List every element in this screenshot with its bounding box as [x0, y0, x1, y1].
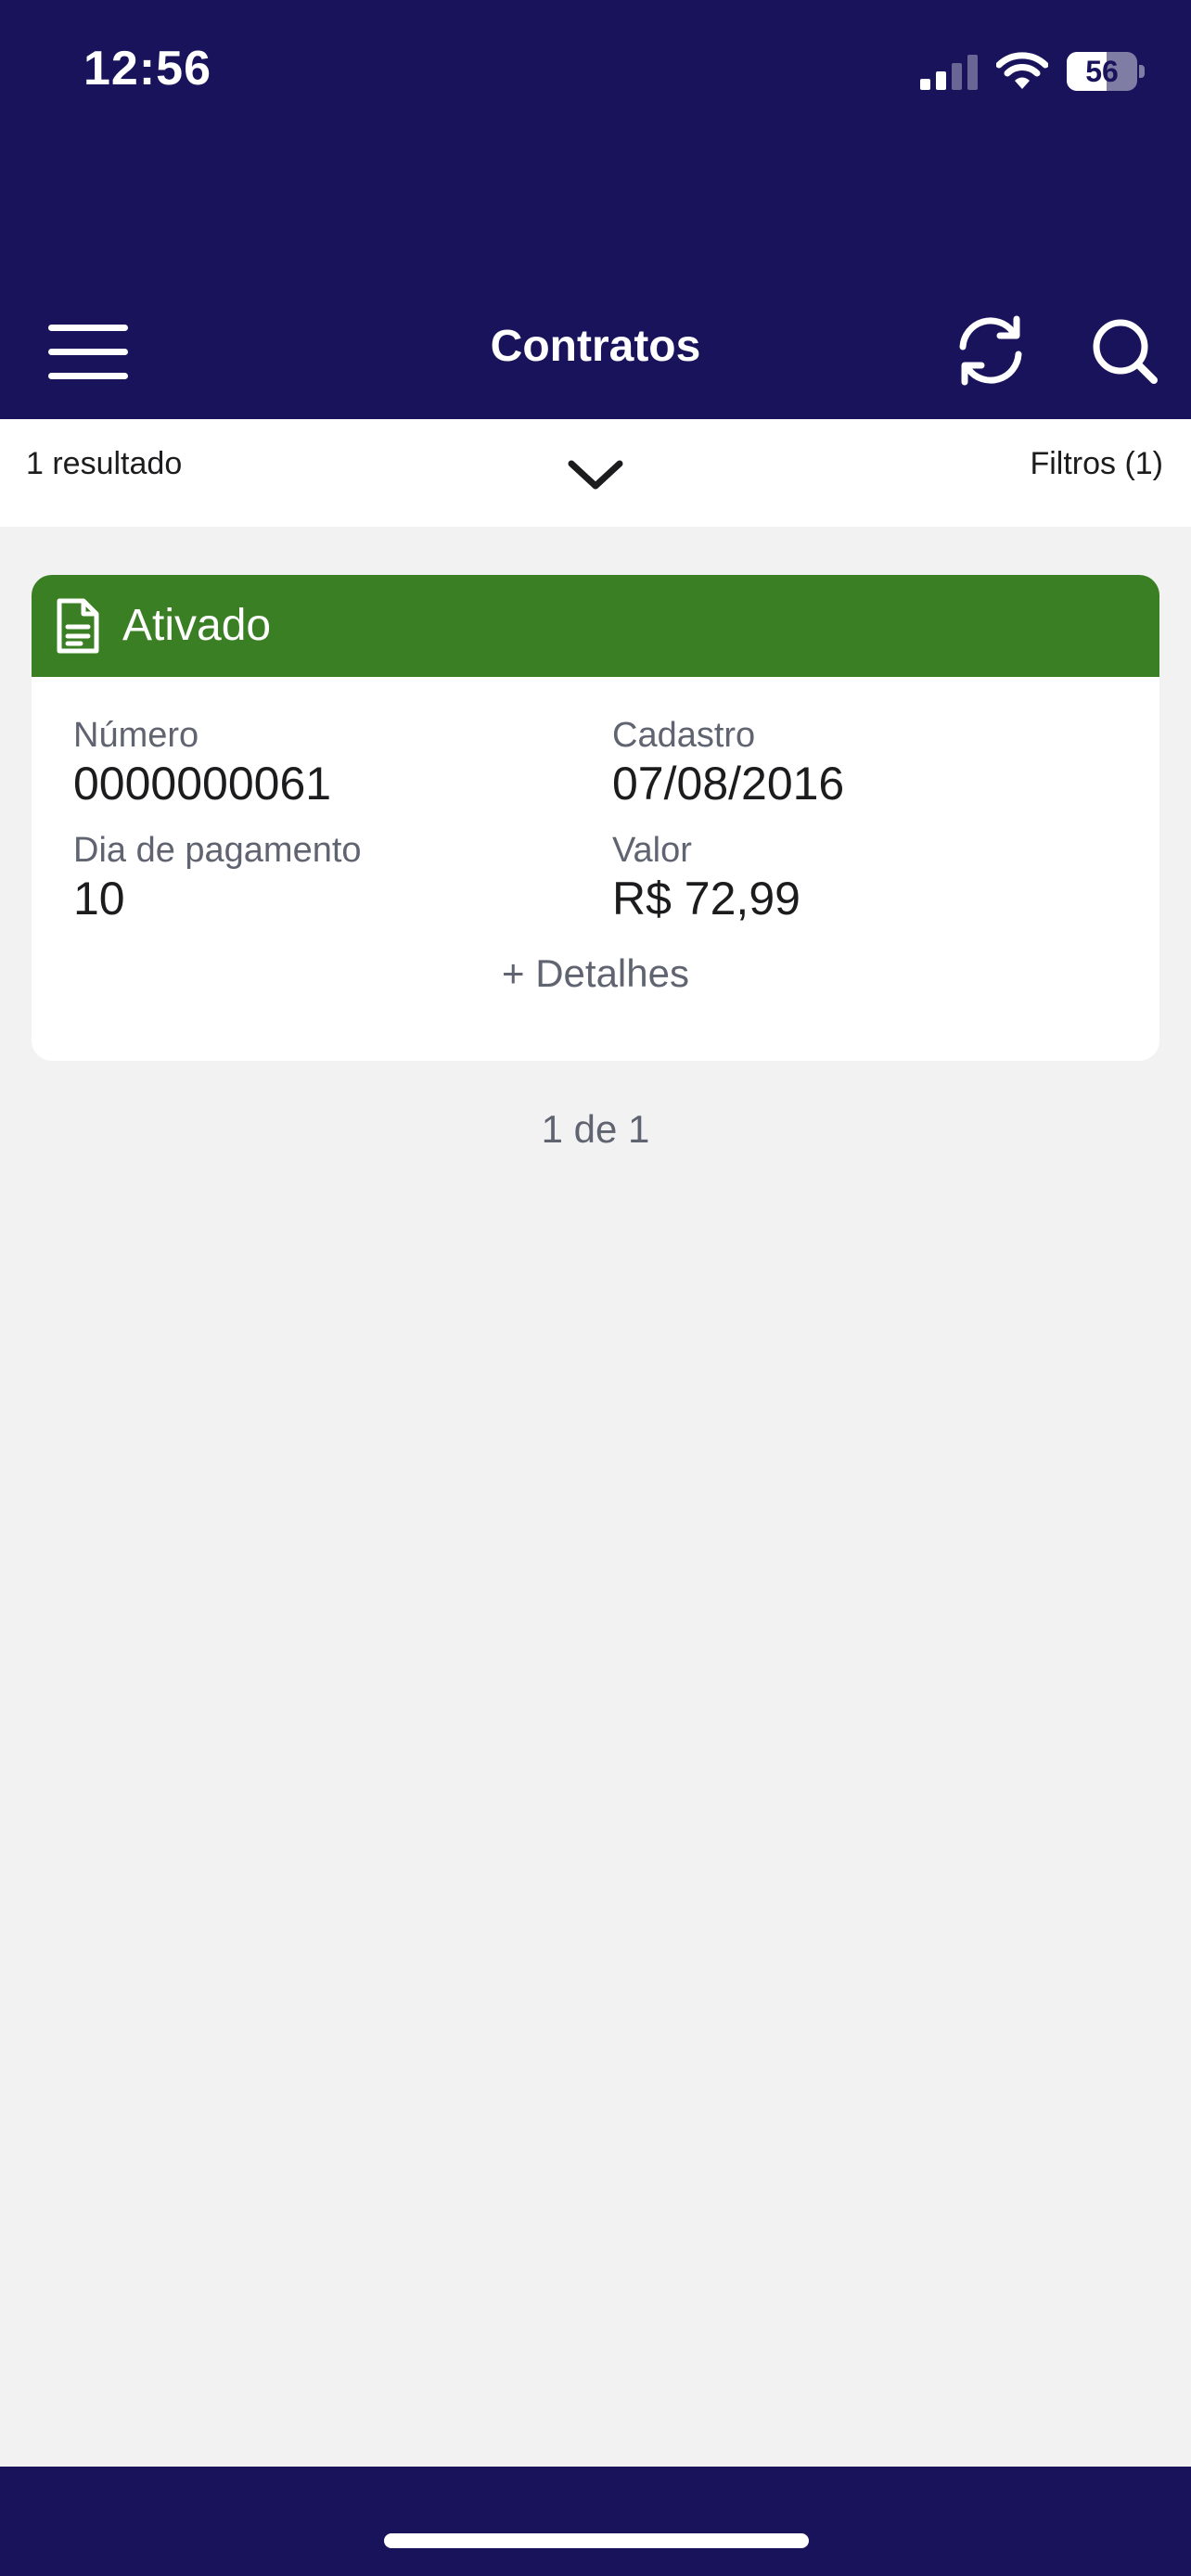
field-payment-day: Dia de pagamento 10: [73, 829, 574, 925]
pagination: 1 de 1: [541, 1107, 650, 1151]
value-amount: R$ 72,99: [612, 873, 800, 925]
battery-nub: [1139, 65, 1145, 78]
contract-status-header: Ativado: [32, 575, 1159, 677]
search-button[interactable]: [1087, 312, 1165, 389]
search-icon: [1093, 319, 1158, 384]
registration-value: 07/08/2016: [612, 758, 845, 810]
top-bar: 12:56 56 Contratos: [0, 0, 1191, 419]
bottom-bar: [0, 2467, 1191, 2576]
registration-label: Cadastro: [612, 716, 756, 755]
document-icon: [57, 598, 99, 654]
battery-level: 56: [1085, 55, 1119, 88]
status-icons: 56: [920, 48, 1145, 95]
refresh-icon: [959, 315, 1022, 386]
status-time: 12:56: [83, 42, 211, 96]
chevron-down-icon: [568, 460, 623, 490]
expand-filters-button[interactable]: [562, 453, 629, 499]
result-count: 1 resultado: [26, 446, 183, 481]
payment-day-label: Dia de pagamento: [73, 831, 362, 870]
contract-card[interactable]: Ativado Número 0000000061 Cadastro 07/08…: [32, 575, 1159, 1061]
filters-button[interactable]: Filtros (1): [1030, 419, 1163, 508]
number-label: Número: [73, 716, 199, 755]
number-value: 0000000061: [73, 758, 332, 810]
contract-status: Ativado: [122, 601, 272, 650]
field-registration: Cadastro 07/08/2016: [612, 714, 1113, 810]
wifi-icon: [996, 52, 1048, 89]
battery-indicator: 56: [1067, 52, 1145, 91]
filter-bar: 1 resultado Filtros (1): [0, 419, 1191, 527]
details-button[interactable]: + Detalhes: [32, 951, 1159, 996]
payment-day-value: 10: [73, 873, 125, 925]
cellular-signal-icon: [920, 55, 978, 90]
refresh-button[interactable]: [952, 312, 1030, 389]
field-value: Valor R$ 72,99: [612, 829, 1113, 925]
home-indicator[interactable]: [384, 2533, 809, 2548]
field-number: Número 0000000061: [73, 714, 574, 810]
value-label: Valor: [612, 831, 692, 870]
